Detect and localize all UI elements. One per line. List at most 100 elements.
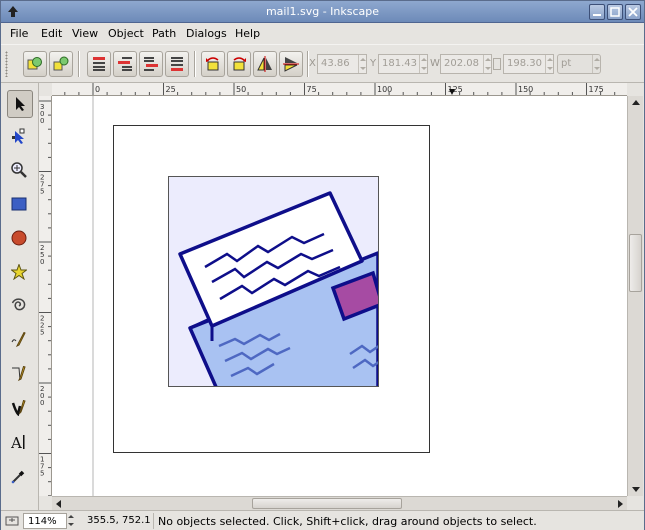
- ruler-label: 150: [518, 85, 533, 94]
- star-tool[interactable]: [7, 259, 33, 287]
- scroll-right-arrow[interactable]: [618, 500, 623, 508]
- mail-icon[interactable]: [169, 177, 385, 396]
- node-tool[interactable]: [7, 123, 33, 151]
- menu-path[interactable]: Path: [152, 27, 176, 40]
- vertical-scrollbar[interactable]: [627, 96, 643, 496]
- horizontal-scrollbar[interactable]: [52, 496, 627, 510]
- tool-palette: A: [1, 83, 39, 510]
- h-value: 198.30: [507, 58, 542, 69]
- scroll-left-arrow[interactable]: [56, 500, 61, 508]
- horizontal-ruler[interactable]: 0 25 50 75 100 125 150 175: [52, 83, 627, 96]
- ruler-label: 50: [236, 85, 246, 94]
- horizontal-ruler-ticks: 0 25 50 75 100 125 150 175: [64, 83, 616, 95]
- status-message: No objects selected. Click, Shift+click,…: [153, 513, 537, 529]
- unit-dropdown-arrow: [592, 55, 600, 73]
- ruler-label: 25: [166, 85, 176, 94]
- ruler-label: 5: [40, 470, 44, 478]
- rotate-ccw-icon: [206, 57, 219, 71]
- text-tool[interactable]: A: [7, 429, 33, 457]
- maximize-button[interactable]: [607, 4, 623, 20]
- h-field[interactable]: 198.30: [503, 54, 554, 74]
- calligraphy-tool[interactable]: [7, 395, 33, 423]
- close-button[interactable]: [625, 4, 641, 20]
- select-tool[interactable]: [7, 90, 33, 118]
- zoom-spinner[interactable]: [67, 513, 75, 529]
- canvas-drawing: [92, 96, 430, 496]
- inkscape-window: mail1.svg - Inkscape File Edit View Obje…: [0, 0, 645, 530]
- status-bar: 114% 355.5, 752.1 No objects selected. C…: [1, 510, 644, 530]
- menu-bar: File Edit View Object Path Dialogs Help: [1, 23, 644, 44]
- scroll-down-arrow[interactable]: [632, 487, 640, 492]
- unit-selector[interactable]: pt: [557, 54, 601, 74]
- ruler-label: 0: [40, 399, 44, 407]
- y-label: Y: [370, 58, 377, 69]
- x-label: X: [309, 58, 316, 69]
- zoom-fit-icon[interactable]: [5, 514, 19, 528]
- lower-button[interactable]: [139, 51, 163, 77]
- ellipse-tool[interactable]: [7, 225, 33, 253]
- spiral-tool[interactable]: [7, 293, 33, 321]
- arrow-select-icon: [16, 97, 25, 111]
- menu-object[interactable]: Object: [108, 27, 144, 40]
- group-icon: [27, 57, 42, 70]
- menu-file[interactable]: File: [10, 27, 28, 40]
- x-field[interactable]: 43.86: [317, 54, 367, 74]
- drawing-canvas[interactable]: [52, 96, 627, 496]
- scroll-up-arrow[interactable]: [632, 100, 640, 105]
- star-icon: [11, 264, 27, 280]
- pen-tool[interactable]: [7, 361, 33, 389]
- rectangle-icon: [11, 197, 27, 211]
- pencil-tool[interactable]: [7, 327, 33, 355]
- zoom-tool[interactable]: [7, 157, 33, 185]
- svg-text:A: A: [11, 434, 22, 450]
- minimize-button[interactable]: [589, 4, 605, 20]
- x-spinner[interactable]: [358, 55, 366, 73]
- pencil-icon: [11, 332, 26, 348]
- flip-vertical-button[interactable]: [279, 51, 303, 77]
- toolbar-separator: [194, 51, 196, 77]
- y-spinner[interactable]: [419, 55, 427, 73]
- w-value: 202.08: [444, 58, 479, 69]
- w-spinner[interactable]: [483, 55, 491, 73]
- window-title: mail1.svg - Inkscape: [265, 5, 380, 18]
- menu-dialogs[interactable]: Dialogs: [186, 27, 227, 40]
- menu-help[interactable]: Help: [235, 27, 260, 40]
- ruler-label: 175: [589, 85, 604, 94]
- vertical-ruler[interactable]: 300275250225200175: [39, 96, 52, 496]
- rotate-cw-button[interactable]: [227, 51, 251, 77]
- raise-to-top-button[interactable]: [87, 51, 111, 77]
- h-spinner[interactable]: [545, 55, 553, 73]
- x-value: 43.86: [321, 58, 350, 69]
- menu-view[interactable]: View: [72, 27, 98, 40]
- ruler-label: 75: [307, 85, 317, 94]
- unit-value: pt: [561, 58, 572, 69]
- lock-icon[interactable]: [493, 58, 501, 70]
- raise-button[interactable]: [113, 51, 137, 77]
- dropper-tool[interactable]: [7, 463, 33, 491]
- text-icon: A: [11, 434, 25, 450]
- flip-horizontal-button[interactable]: [253, 51, 277, 77]
- horizontal-scroll-thumb[interactable]: [252, 498, 402, 509]
- rotate-ccw-button[interactable]: [201, 51, 225, 77]
- ruler-label: 5: [40, 188, 44, 196]
- zoom-field[interactable]: 114%: [23, 513, 67, 529]
- zoom-value: 114%: [28, 516, 57, 527]
- ungroup-button[interactable]: [49, 51, 73, 77]
- menu-edit[interactable]: Edit: [41, 27, 62, 40]
- close-icon: [628, 7, 638, 17]
- node-edit-icon: [12, 128, 25, 144]
- spiral-icon: [11, 298, 26, 311]
- lower-to-bottom-icon: [171, 57, 183, 71]
- toolbar-drag-handle[interactable]: [5, 51, 8, 77]
- calligraphy-icon: [11, 400, 26, 416]
- flip-horizontal-icon: [257, 56, 272, 72]
- lower-to-bottom-button[interactable]: [165, 51, 189, 77]
- zoom-icon: [11, 162, 27, 178]
- flip-vertical-icon: [283, 57, 299, 72]
- vertical-scroll-thumb[interactable]: [629, 234, 642, 292]
- maximize-icon: [610, 7, 620, 17]
- group-button[interactable]: [23, 51, 47, 77]
- y-field[interactable]: 181.43: [378, 54, 428, 74]
- rectangle-tool[interactable]: [7, 191, 33, 219]
- w-field[interactable]: 202.08: [440, 54, 492, 74]
